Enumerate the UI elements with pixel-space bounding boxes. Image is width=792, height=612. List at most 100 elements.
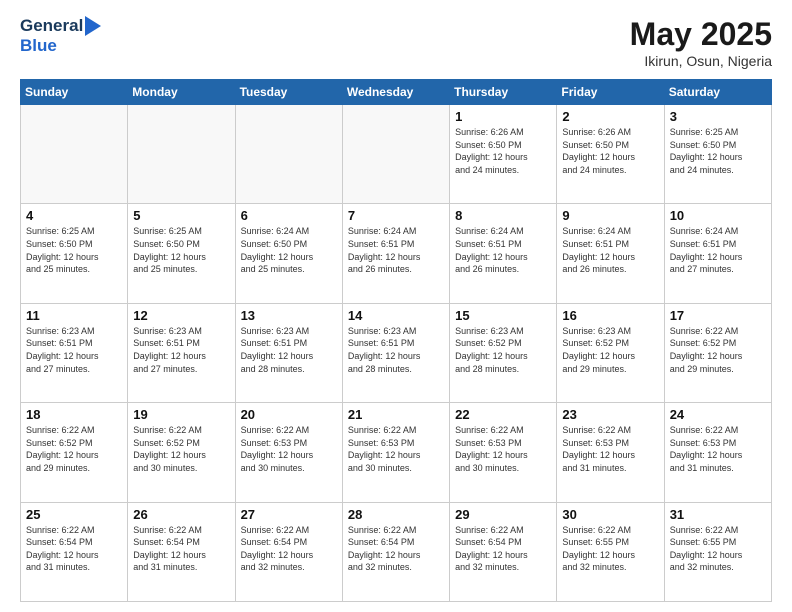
cell-info: Sunrise: 6:23 AM Sunset: 6:51 PM Dayligh… [133,325,229,375]
cell-info: Sunrise: 6:23 AM Sunset: 6:51 PM Dayligh… [348,325,444,375]
cell-date: 8 [455,208,551,223]
cell-info: Sunrise: 6:22 AM Sunset: 6:54 PM Dayligh… [241,524,337,574]
table-row: 4 Sunrise: 6:25 AM Sunset: 6:50 PM Daylig… [21,204,128,303]
logo-blue-line: Blue [20,36,57,56]
table-row: 2 Sunrise: 6:26 AM Sunset: 6:50 PM Daylig… [557,105,664,204]
table-row: 7Sunrise: 6:24 AM Sunset: 6:51 PM Daylig… [342,204,449,303]
cell-info: Sunrise: 6:22 AM Sunset: 6:55 PM Dayligh… [562,524,658,574]
col-monday: Monday [128,80,235,105]
table-row: 16Sunrise: 6:23 AM Sunset: 6:52 PM Dayli… [557,303,664,402]
col-saturday: Saturday [664,80,771,105]
cell-info: Sunrise: 6:22 AM Sunset: 6:53 PM Dayligh… [562,424,658,474]
cell-date: 16 [562,308,658,323]
cell-date: 13 [241,308,337,323]
cell-date: 6 [241,208,337,223]
cell-info: Sunrise: 6:22 AM Sunset: 6:54 PM Dayligh… [348,524,444,574]
cell-info: Sunrise: 6:22 AM Sunset: 6:52 PM Dayligh… [133,424,229,474]
table-row: 20 Sunrise: 6:22 AM Sunset: 6:53 PM Dayli… [235,403,342,502]
cell-info: Sunrise: 6:23 AM Sunset: 6:51 PM Dayligh… [241,325,337,375]
cell-info: Sunrise: 6:24 AM Sunset: 6:51 PM Dayligh… [670,225,766,275]
cell-date: 4 [26,208,122,223]
cell-date: 5 [133,208,229,223]
cell-info: Sunrise: 6:22 AM Sunset: 6:53 PM Dayligh… [241,424,337,474]
cell-info: Sunrise: 6:26 AM Sunset: 6:50 PM Dayligh… [562,126,658,176]
col-sunday: Sunday [21,80,128,105]
cell-info: Sunrise: 6:23 AM Sunset: 6:51 PM Dayligh… [26,325,122,375]
calendar-week-row: 18 Sunrise: 6:22 AM Sunset: 6:52 PM Dayli… [21,403,772,502]
table-row: 27Sunrise: 6:22 AM Sunset: 6:54 PM Dayli… [235,502,342,601]
cell-date: 10 [670,208,766,223]
logo: General Blue [20,16,101,56]
table-row: 6 Sunrise: 6:24 AM Sunset: 6:50 PM Daylig… [235,204,342,303]
cell-info: Sunrise: 6:25 AM Sunset: 6:50 PM Dayligh… [133,225,229,275]
table-row: 28Sunrise: 6:22 AM Sunset: 6:54 PM Dayli… [342,502,449,601]
table-row: 21 Sunrise: 6:22 AM Sunset: 6:53 PM Dayli… [342,403,449,502]
cell-date: 15 [455,308,551,323]
table-row: 8 Sunrise: 6:24 AM Sunset: 6:51 PM Daylig… [450,204,557,303]
table-row: 17 Sunrise: 6:22 AM Sunset: 6:52 PM Dayli… [664,303,771,402]
table-row: 1 Sunrise: 6:26 AM Sunset: 6:50 PM Daylig… [450,105,557,204]
col-wednesday: Wednesday [342,80,449,105]
cell-info: Sunrise: 6:22 AM Sunset: 6:54 PM Dayligh… [133,524,229,574]
col-thursday: Thursday [450,80,557,105]
cell-date: 17 [670,308,766,323]
cell-date: 31 [670,507,766,522]
cell-date: 11 [26,308,122,323]
cell-date: 18 [26,407,122,422]
cell-info: Sunrise: 6:24 AM Sunset: 6:51 PM Dayligh… [562,225,658,275]
calendar-week-row: 1 Sunrise: 6:26 AM Sunset: 6:50 PM Daylig… [21,105,772,204]
table-row [342,105,449,204]
cell-info: Sunrise: 6:22 AM Sunset: 6:52 PM Dayligh… [26,424,122,474]
cell-info: Sunrise: 6:22 AM Sunset: 6:55 PM Dayligh… [670,524,766,574]
cell-date: 21 [348,407,444,422]
table-row: 31 Sunrise: 6:22 AM Sunset: 6:55 PM Dayli… [664,502,771,601]
col-tuesday: Tuesday [235,80,342,105]
table-row: 10 Sunrise: 6:24 AM Sunset: 6:51 PM Dayli… [664,204,771,303]
cell-date: 19 [133,407,229,422]
table-row: 5 Sunrise: 6:25 AM Sunset: 6:50 PM Daylig… [128,204,235,303]
table-row: 30 Sunrise: 6:22 AM Sunset: 6:55 PM Dayli… [557,502,664,601]
cell-date: 20 [241,407,337,422]
calendar-header-row: Sunday Monday Tuesday Wednesday Thursday… [21,80,772,105]
title-block: May 2025 Ikirun, Osun, Nigeria [630,16,772,69]
table-row [235,105,342,204]
table-row: 26 Sunrise: 6:22 AM Sunset: 6:54 PM Dayli… [128,502,235,601]
cell-date: 3 [670,109,766,124]
table-row: 19 Sunrise: 6:22 AM Sunset: 6:52 PM Dayli… [128,403,235,502]
cell-date: 12 [133,308,229,323]
cell-date: 9 [562,208,658,223]
table-row: 14 Sunrise: 6:23 AM Sunset: 6:51 PM Dayli… [342,303,449,402]
cell-date: 26 [133,507,229,522]
calendar-week-row: 11 Sunrise: 6:23 AM Sunset: 6:51 PM Dayli… [21,303,772,402]
cell-info: Sunrise: 6:24 AM Sunset: 6:51 PM Dayligh… [455,225,551,275]
col-friday: Friday [557,80,664,105]
cell-info: Sunrise: 6:22 AM Sunset: 6:54 PM Dayligh… [455,524,551,574]
cell-info: Sunrise: 6:22 AM Sunset: 6:53 PM Dayligh… [348,424,444,474]
table-row: 23Sunrise: 6:22 AM Sunset: 6:53 PM Dayli… [557,403,664,502]
cell-info: Sunrise: 6:22 AM Sunset: 6:54 PM Dayligh… [26,524,122,574]
cell-info: Sunrise: 6:22 AM Sunset: 6:53 PM Dayligh… [455,424,551,474]
cell-info: Sunrise: 6:24 AM Sunset: 6:50 PM Dayligh… [241,225,337,275]
cell-date: 24 [670,407,766,422]
table-row: 22Sunrise: 6:22 AM Sunset: 6:53 PM Dayli… [450,403,557,502]
table-row: 9 Sunrise: 6:24 AM Sunset: 6:51 PM Daylig… [557,204,664,303]
page: General Blue May 2025 Ikirun, Osun, Nige… [0,0,792,612]
table-row [21,105,128,204]
cell-date: 2 [562,109,658,124]
month-title: May 2025 [630,16,772,53]
cell-info: Sunrise: 6:22 AM Sunset: 6:52 PM Dayligh… [670,325,766,375]
cell-info: Sunrise: 6:26 AM Sunset: 6:50 PM Dayligh… [455,126,551,176]
table-row: 15Sunrise: 6:23 AM Sunset: 6:52 PM Dayli… [450,303,557,402]
cell-date: 29 [455,507,551,522]
cell-info: Sunrise: 6:25 AM Sunset: 6:50 PM Dayligh… [26,225,122,275]
table-row: 25Sunrise: 6:22 AM Sunset: 6:54 PM Dayli… [21,502,128,601]
cell-date: 14 [348,308,444,323]
logo-blue-text: Blue [20,36,57,55]
table-row: 29 Sunrise: 6:22 AM Sunset: 6:54 PM Dayli… [450,502,557,601]
cell-date: 1 [455,109,551,124]
cell-date: 30 [562,507,658,522]
header: General Blue May 2025 Ikirun, Osun, Nige… [20,16,772,69]
table-row: 24Sunrise: 6:22 AM Sunset: 6:53 PM Dayli… [664,403,771,502]
calendar-table: Sunday Monday Tuesday Wednesday Thursday… [20,79,772,602]
calendar-week-row: 25Sunrise: 6:22 AM Sunset: 6:54 PM Dayli… [21,502,772,601]
